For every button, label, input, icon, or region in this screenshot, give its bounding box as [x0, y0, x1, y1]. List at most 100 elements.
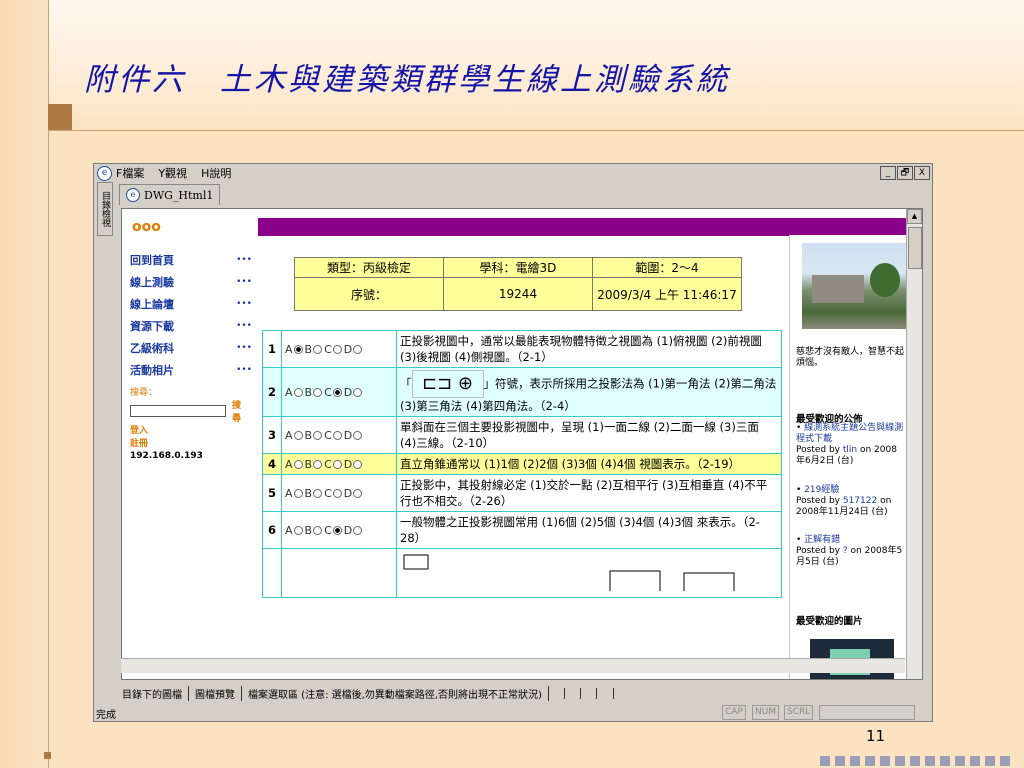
tab-image-preview[interactable]: 圖檔預覽 [189, 685, 242, 701]
nav-item-practical-exam[interactable]: 乙級術科 ••• [130, 337, 252, 359]
nav-dots: ••• [236, 365, 252, 375]
option-radio[interactable] [353, 489, 363, 498]
tab-directory-images[interactable]: 目錄下的圖檔 [116, 685, 189, 701]
info-serial-value: 19244 [443, 277, 593, 311]
nav-label: 回到首頁 [130, 254, 174, 267]
vertical-scrollbar[interactable]: ▲ [906, 209, 922, 679]
close-button[interactable]: X [914, 166, 930, 180]
post-title-link[interactable]: 219經驗 [804, 485, 839, 495]
page-number: 11 [866, 727, 886, 745]
option-radio[interactable] [293, 388, 303, 397]
menu-view[interactable]: Y觀視 [158, 165, 187, 181]
option-radio[interactable] [353, 345, 363, 354]
question-text-prefix: 「 [400, 376, 412, 391]
menu-file[interactable]: F檔案 [116, 165, 144, 181]
post-title-link[interactable]: 線測系統主題公告與線測程式下載 [796, 423, 903, 444]
option-radio[interactable] [313, 526, 323, 535]
browser-window: e F檔案 Y觀視 H說明 _ 🗗 X 目錄檢視 e DWG_Html1 ooo… [93, 163, 933, 722]
nav-dots: ••• [236, 299, 252, 309]
option-radio[interactable] [313, 489, 323, 498]
question-row: 1 A B C D 正投影視圖中，通常以最能表現物體特徵之視圖為 (1)俯視圖 (2)前視… [262, 330, 782, 368]
slide-small-square [44, 752, 51, 759]
question-text: 正投影視圖中，通常以最能表現物體特徵之視圖為 (1)俯視圖 (2)前視圖 (3)… [396, 330, 782, 368]
document-tab[interactable]: e DWG_Html1 [119, 184, 221, 205]
motto-text: 慈悲才沒有敵人，智慧不起煩惱。 [796, 347, 905, 368]
option-radio[interactable] [332, 526, 342, 535]
nav-dots: ••• [236, 343, 252, 353]
scroll-up-arrow[interactable]: ▲ [907, 209, 922, 224]
nav-item-online-test[interactable]: 線上測驗 ••• [130, 271, 252, 293]
tab-empty[interactable] [549, 687, 566, 699]
tab-empty[interactable] [581, 687, 598, 699]
post-title-link[interactable]: 正解有錯 [804, 535, 840, 545]
horizontal-scrollbar[interactable] [121, 658, 905, 673]
tab-file-selection[interactable]: 檔案選取區 (注意: 選檔後,勿異動檔案路徑,否則將出現不正常狀況) [242, 685, 549, 701]
option-radio[interactable] [332, 489, 342, 498]
bottom-tabs: 目錄下的圖檔 圖檔預覽 檔案選取區 (注意: 選檔後,勿異動檔案路徑,否則將出現… [116, 685, 614, 701]
option-letter: B [304, 486, 313, 500]
post-author[interactable]: ? [843, 546, 848, 556]
nav-dots: ••• [236, 255, 252, 265]
option-letter: B [304, 428, 313, 442]
question-row: 3 A B C D 單斜面在三個主要投影視圖中，呈現 (1)一面二線 (2)二面一線 (3… [262, 416, 782, 454]
option-radio[interactable] [313, 431, 323, 440]
answer-options: ABCD [281, 416, 397, 454]
projection-symbol-icon: ⊏⊐ ⊕ [411, 370, 484, 398]
register-link[interactable]: 註冊 [130, 439, 252, 450]
option-radio[interactable] [293, 460, 303, 469]
option-radio[interactable] [353, 526, 363, 535]
question-text: 單斜面在三個主要投影視圖中，呈現 (1)一面二線 (2)二面一線 (3)三面 (… [396, 416, 782, 454]
question-body: 直立角錐通常以 (1)1個 (2)2個 (3)3個 (4)4個 視圖表示。（2-… [400, 457, 741, 471]
question-text: 直立角錐通常以 (1)1個 (2)2個 (3)3個 (4)4個 視圖表示。（2-… [396, 453, 782, 475]
directory-view-tab[interactable]: 目錄檢視 [97, 182, 113, 236]
option-radio[interactable] [353, 388, 363, 397]
option-radio[interactable] [353, 431, 363, 440]
option-radio[interactable] [332, 345, 342, 354]
option-letter: A [285, 457, 293, 471]
search-button[interactable]: 搜 尋 [232, 398, 252, 424]
nav-item-photos[interactable]: 活動相片 ••• [130, 359, 252, 381]
search-hint: 搜尋： [130, 388, 158, 398]
answer-options: ABCD [281, 453, 397, 475]
nav-item-forum[interactable]: 線上論壇 ••• [130, 293, 252, 315]
option-letter: A [285, 428, 293, 442]
option-radio[interactable] [332, 388, 342, 397]
nav-item-downloads[interactable]: 資源下載 ••• [130, 315, 252, 337]
question-body: 正投影視圖中，通常以最能表現物體特徵之視圖為 (1)俯視圖 (2)前視圖 (3)… [400, 334, 762, 364]
option-radio[interactable] [293, 489, 303, 498]
option-radio[interactable] [293, 345, 303, 354]
tab-empty[interactable] [565, 687, 582, 699]
menu-help[interactable]: H說明 [201, 165, 231, 181]
login-link[interactable]: 登入 [130, 426, 252, 437]
campus-photo [802, 243, 906, 329]
question-text: 「⊏⊐ ⊕ 」符號，表示所採用之投影法為 (1)第一角法 (2)第二角法 (3)第… [396, 367, 782, 417]
option-radio[interactable] [332, 431, 342, 440]
post-item: • 線測系統主題公告與線測程式下載 Posted by tlin on 2008… [796, 423, 904, 466]
caps-indicator: CAP [722, 705, 746, 720]
post-author[interactable]: tlin [843, 445, 857, 455]
nav-item-home[interactable]: 回到首頁 ••• [130, 249, 252, 271]
option-radio[interactable] [313, 388, 323, 397]
num-indicator: NUM [752, 705, 780, 720]
post-by: Posted by [796, 496, 840, 506]
option-radio[interactable] [332, 460, 342, 469]
option-radio[interactable] [313, 345, 323, 354]
scroll-thumb[interactable] [908, 227, 922, 269]
tab-empty[interactable] [597, 687, 614, 699]
option-radio[interactable] [353, 460, 363, 469]
site-sidebar: 回到首頁 ••• 線上測驗 ••• 線上論壇 ••• 資源下載 ••• 乙級術科 ••• … [130, 249, 252, 461]
question-row-figure [262, 548, 782, 598]
option-radio[interactable] [293, 526, 303, 535]
post-author[interactable]: 517122 [843, 496, 877, 506]
option-radio[interactable] [293, 431, 303, 440]
option-letter: C [324, 457, 332, 471]
post-by: Posted by [796, 546, 840, 556]
minimize-button[interactable]: _ [880, 166, 896, 180]
option-radio[interactable] [313, 460, 323, 469]
logo-area: ooo [122, 209, 258, 236]
restore-button[interactable]: 🗗 [897, 166, 913, 180]
info-subject: 學科：電繪3D [443, 257, 593, 278]
answer-options: ABCD [281, 330, 397, 368]
post-item: • 219經驗 Posted by 517122 on 2008年11月24日 … [796, 485, 892, 517]
search-input[interactable] [130, 405, 226, 417]
